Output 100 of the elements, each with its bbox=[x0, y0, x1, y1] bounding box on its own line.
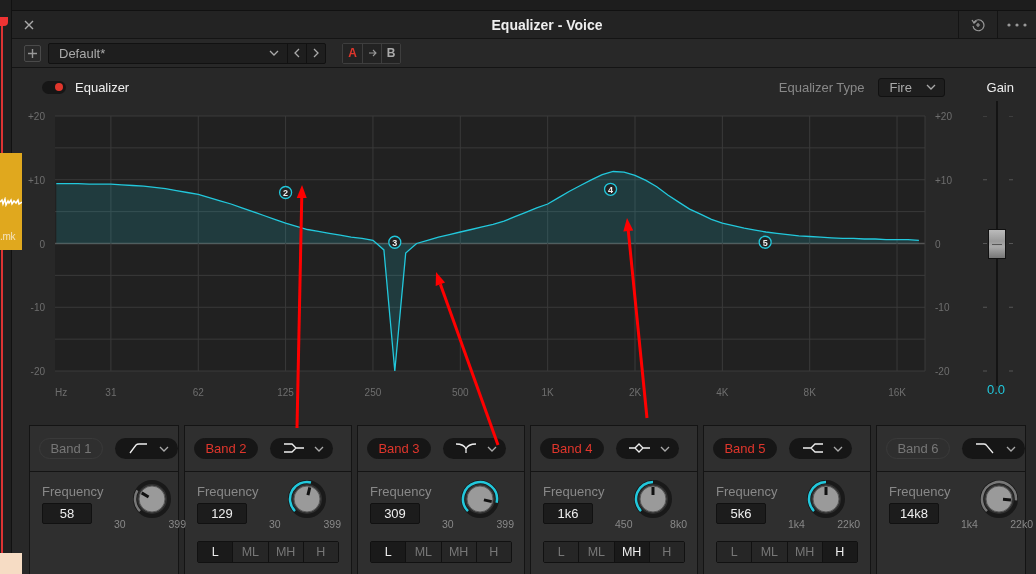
knob-pointer[interactable] bbox=[1002, 497, 1012, 502]
copy-button[interactable] bbox=[362, 43, 381, 63]
band-marker[interactable]: 4 bbox=[603, 182, 618, 196]
axis-label: +10 bbox=[28, 174, 45, 186]
range-button[interactable]: H bbox=[302, 542, 338, 562]
range-button[interactable]: MH bbox=[613, 542, 649, 562]
frequency-label: Frequency bbox=[889, 484, 951, 499]
filter-type-dropdown[interactable] bbox=[616, 438, 679, 459]
range-button[interactable]: H bbox=[648, 542, 684, 562]
band-toggle[interactable]: Band 5 bbox=[713, 438, 777, 459]
range-button[interactable]: ML bbox=[578, 542, 614, 562]
chevron-down-icon bbox=[159, 445, 169, 452]
range-button[interactable]: L bbox=[544, 542, 579, 562]
equalizer-toggle[interactable] bbox=[42, 80, 66, 94]
arrow-right-icon bbox=[367, 49, 377, 57]
filter-type-dropdown[interactable] bbox=[962, 438, 1025, 459]
frequency-field[interactable]: 1k6 bbox=[543, 503, 593, 524]
knob-pointer[interactable] bbox=[306, 487, 312, 496]
band-toggle[interactable]: Band 3 bbox=[367, 438, 431, 459]
axis-label: 250 bbox=[364, 387, 382, 398]
axis-label: -20 bbox=[30, 366, 45, 377]
filter-type-dropdown[interactable] bbox=[270, 438, 333, 459]
audio-clip[interactable] bbox=[0, 553, 22, 574]
gain-label: Gain bbox=[986, 79, 1014, 95]
band-marker[interactable]: 2 bbox=[278, 185, 293, 200]
range-min-label: 1k4 bbox=[961, 518, 978, 530]
filter-type-dropdown[interactable] bbox=[115, 438, 178, 459]
frequency-field[interactable]: 58 bbox=[42, 503, 92, 524]
axis-label: 0 bbox=[935, 238, 941, 250]
axis-label: -20 bbox=[935, 366, 950, 377]
frequency-field[interactable]: 14k8 bbox=[889, 503, 939, 524]
close-icon bbox=[24, 19, 34, 30]
annotation: 5 bbox=[762, 237, 768, 248]
range-button[interactable]: H bbox=[475, 542, 511, 562]
range-max-label: 399 bbox=[323, 518, 341, 530]
range-button[interactable]: MH bbox=[440, 542, 476, 562]
range-button[interactable]: ML bbox=[232, 542, 268, 562]
frequency-label: Frequency bbox=[197, 484, 259, 499]
compare-a-button[interactable]: A bbox=[343, 43, 362, 63]
range-button[interactable]: ML bbox=[751, 542, 787, 562]
axis-label: -10 bbox=[935, 302, 950, 314]
more-icon bbox=[1006, 22, 1028, 27]
knob-pointer[interactable] bbox=[483, 498, 493, 504]
range-button[interactable]: L bbox=[717, 542, 752, 562]
knob-pointer[interactable] bbox=[140, 491, 150, 499]
band-toggle[interactable]: Band 2 bbox=[194, 438, 258, 459]
frequency-field[interactable]: 5k6 bbox=[716, 503, 766, 524]
frequency-field[interactable]: 309 bbox=[370, 503, 420, 524]
axis-label: 125 bbox=[277, 387, 294, 398]
frequency-field[interactable]: 129 bbox=[197, 503, 247, 524]
history-icon bbox=[971, 17, 985, 32]
axis-label: +10 bbox=[935, 174, 952, 186]
range-max-label: 22k0 bbox=[1010, 518, 1033, 530]
range-max-label: 22k0 bbox=[837, 518, 860, 530]
compare-b-button[interactable]: B bbox=[381, 43, 400, 63]
chevron-left-icon bbox=[294, 48, 300, 58]
waveform-icon bbox=[0, 197, 22, 207]
filter-curve-icon bbox=[282, 442, 306, 455]
range-button[interactable]: H bbox=[821, 542, 857, 562]
axis-label: 8K bbox=[803, 387, 816, 398]
plus-icon bbox=[27, 47, 38, 59]
chevron-down-icon bbox=[925, 84, 936, 90]
filter-type-dropdown[interactable] bbox=[443, 438, 506, 459]
clip-name: .mk bbox=[0, 231, 16, 242]
chevron-down-icon bbox=[314, 445, 324, 452]
range-max-label: 399 bbox=[168, 518, 186, 530]
axis-label: 1K bbox=[541, 387, 554, 398]
axis-label: +20 bbox=[28, 111, 45, 122]
range-button[interactable]: ML bbox=[405, 542, 441, 562]
filter-type-dropdown[interactable] bbox=[789, 438, 852, 459]
equalizer-type-dropdown[interactable]: Fire bbox=[877, 77, 945, 97]
axis-label: +20 bbox=[935, 111, 952, 122]
range-button[interactable]: MH bbox=[786, 542, 822, 562]
frequency-label: Frequency bbox=[716, 484, 778, 499]
annotation: 4 bbox=[608, 184, 614, 195]
equalizer-type-label: Equalizer Type bbox=[778, 79, 865, 95]
playhead-marker[interactable] bbox=[0, 17, 8, 26]
band-toggle[interactable]: Band 4 bbox=[540, 438, 604, 459]
chevron-down-icon bbox=[833, 445, 843, 452]
filter-curve-icon bbox=[628, 442, 652, 455]
range-button[interactable]: MH bbox=[267, 542, 303, 562]
axis-title: Hz bbox=[55, 387, 68, 398]
axis-label: 500 bbox=[451, 387, 469, 398]
axis-label: -10 bbox=[30, 302, 45, 314]
annotation: 2 bbox=[283, 188, 289, 198]
chevron-down-icon bbox=[1006, 445, 1016, 452]
chevron-down-icon bbox=[487, 445, 497, 452]
range-min-label: 1k4 bbox=[788, 518, 805, 530]
range-button[interactable]: L bbox=[371, 542, 406, 562]
axis-label: 16K bbox=[888, 387, 906, 398]
band-marker[interactable]: 3 bbox=[388, 235, 402, 249]
chevron-down-icon bbox=[269, 50, 279, 56]
axis-label: 62 bbox=[192, 387, 204, 398]
band-marker[interactable]: 5 bbox=[758, 235, 772, 249]
filter-curve-icon bbox=[455, 442, 479, 455]
gain-slider-thumb[interactable] bbox=[988, 228, 1006, 259]
range-button[interactable]: L bbox=[198, 542, 233, 562]
window-title: Equalizer - Voice bbox=[490, 16, 604, 33]
axis-label: 0 bbox=[39, 238, 45, 250]
add-preset-button[interactable] bbox=[24, 44, 41, 62]
